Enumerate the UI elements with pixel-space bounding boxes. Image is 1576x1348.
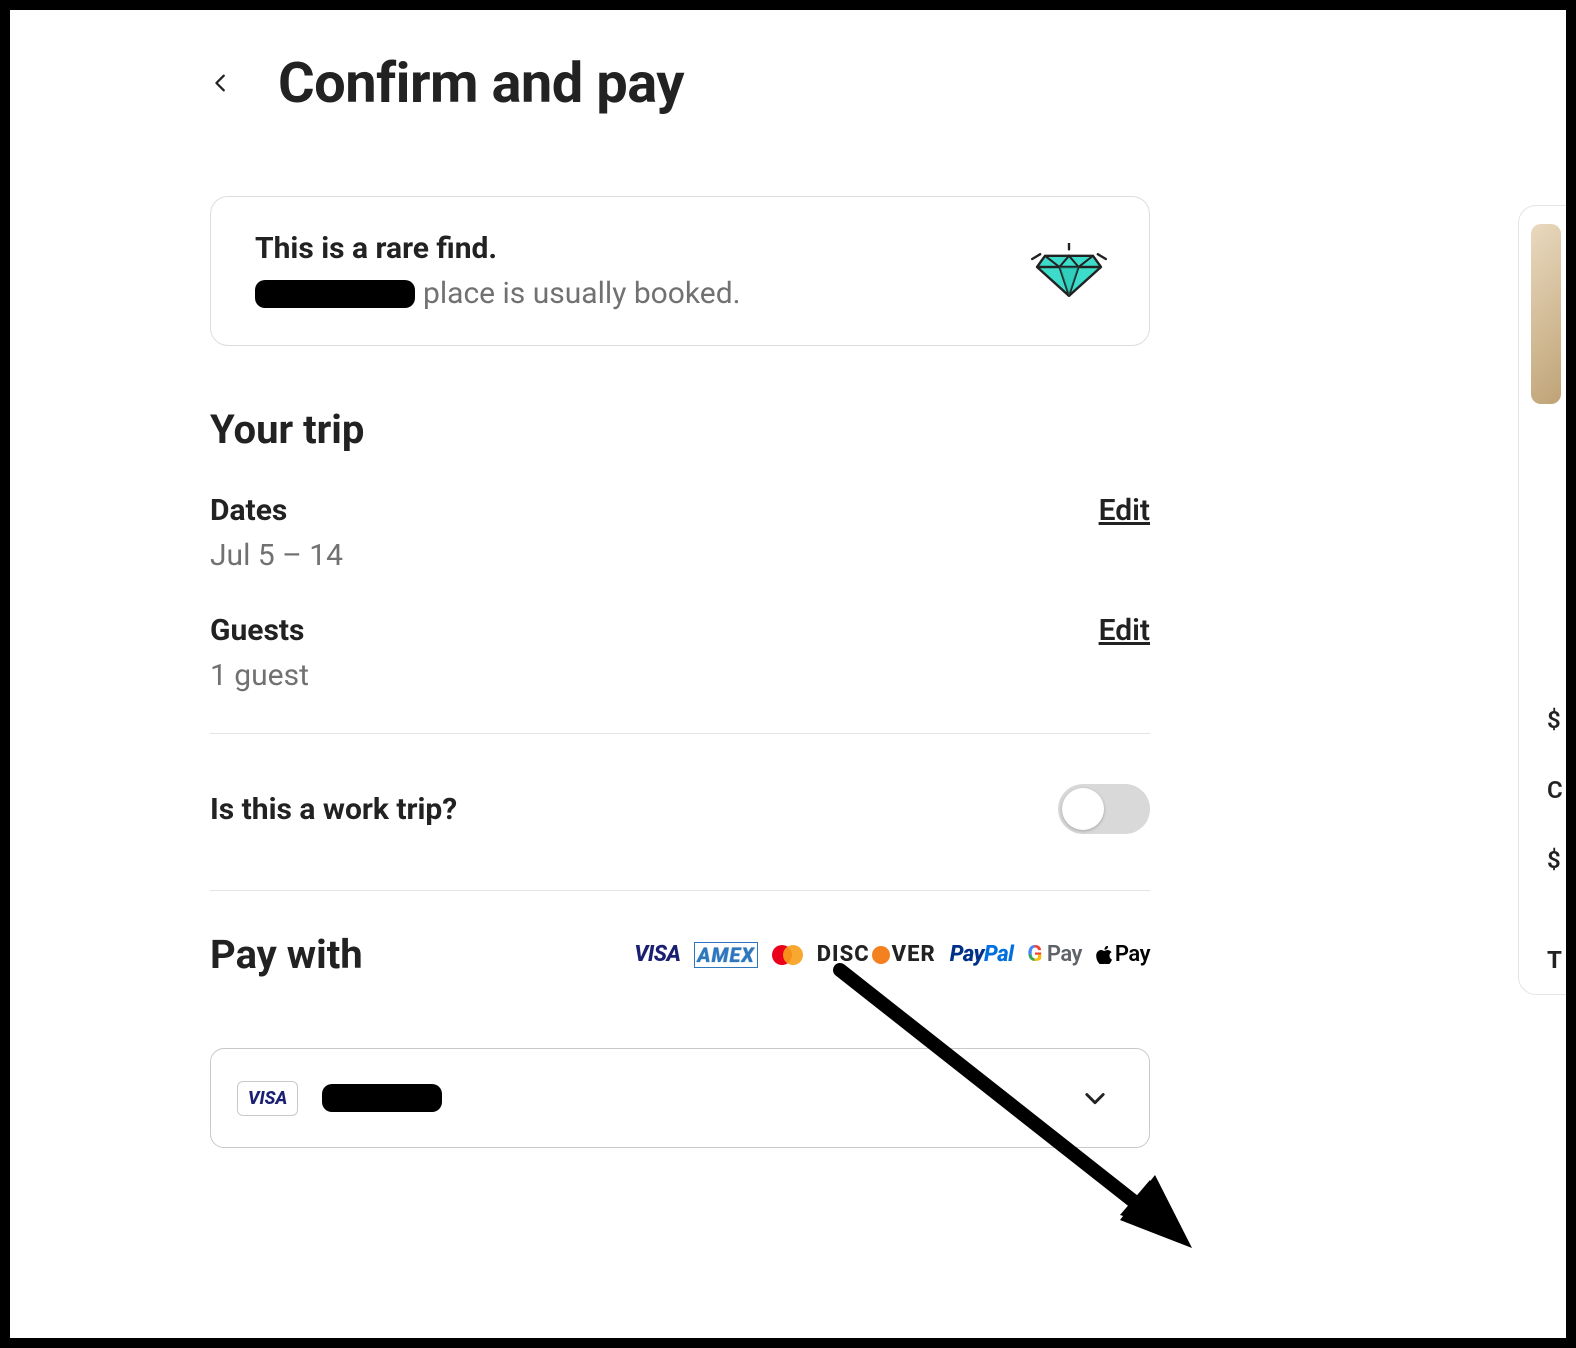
rare-find-subtext-suffix: place is usually booked. [423,276,741,311]
divider [210,733,1150,734]
dates-row: Dates Edit [210,493,1150,528]
divider [210,890,1150,891]
peek-text: $ [1547,706,1561,734]
discover-logo-icon: DISC VER [817,942,936,967]
main-column: Confirm and pay This is a rare find. pla… [10,10,1350,1188]
visa-logo-icon: VISA [634,942,680,967]
edit-dates-link[interactable]: Edit [1099,493,1150,528]
selected-payment-method: VISA [237,1081,442,1116]
your-trip-title: Your trip [210,406,1150,453]
pay-with-title: Pay with [210,931,363,978]
amex-logo-icon: AMEX [694,942,757,968]
page-title: Confirm and pay [278,50,684,116]
chevron-down-icon [1081,1084,1109,1112]
rare-find-text: This is a rare find. place is usually bo… [255,231,741,311]
payment-logos: VISA AMEX DISC VER PayPal G Pay Pay [634,942,1150,968]
guests-value: 1 guest [210,658,1150,693]
work-trip-row: Is this a work trip? [210,764,1150,860]
card-brand-badge: VISA [237,1081,298,1116]
rare-find-subtext: place is usually booked. [255,276,741,311]
guests-label: Guests [210,613,304,648]
apple-pay-logo-icon: Pay [1096,942,1150,967]
listing-thumbnail [1531,224,1561,404]
paypal-logo-icon: PayPal [950,942,1014,967]
redacted-card-number [322,1084,442,1112]
diamond-icon [1029,241,1109,301]
peek-text: T [1547,946,1562,974]
dates-label: Dates [210,493,287,528]
back-button[interactable] [210,72,232,94]
google-pay-logo-icon: G Pay [1027,942,1082,967]
work-trip-label: Is this a work trip? [210,792,457,827]
discover-text-a: DISC [817,942,870,967]
pay-with-header: Pay with VISA AMEX DISC VER PayPal G Pay … [210,931,1150,978]
page-header: Confirm and pay [210,50,1150,116]
rare-find-headline: This is a rare find. [255,231,741,266]
rare-find-card: This is a rare find. place is usually bo… [210,196,1150,346]
discover-text-b: VER [892,942,936,967]
dates-value: Jul 5 – 14 [210,538,1150,573]
guests-row: Guests Edit [210,613,1150,648]
peek-text: C [1547,776,1563,804]
chevron-left-icon [210,72,232,94]
price-summary-card-peek: $ C $ T [1518,205,1568,995]
mastercard-logo-icon [772,945,803,965]
work-trip-toggle[interactable] [1058,784,1150,834]
checkout-page: Confirm and pay This is a rare find. pla… [0,0,1576,1348]
edit-guests-link[interactable]: Edit [1099,613,1150,648]
peek-text: $ [1547,846,1561,874]
redacted-host-name [255,280,415,308]
payment-method-dropdown[interactable]: VISA [210,1048,1150,1148]
